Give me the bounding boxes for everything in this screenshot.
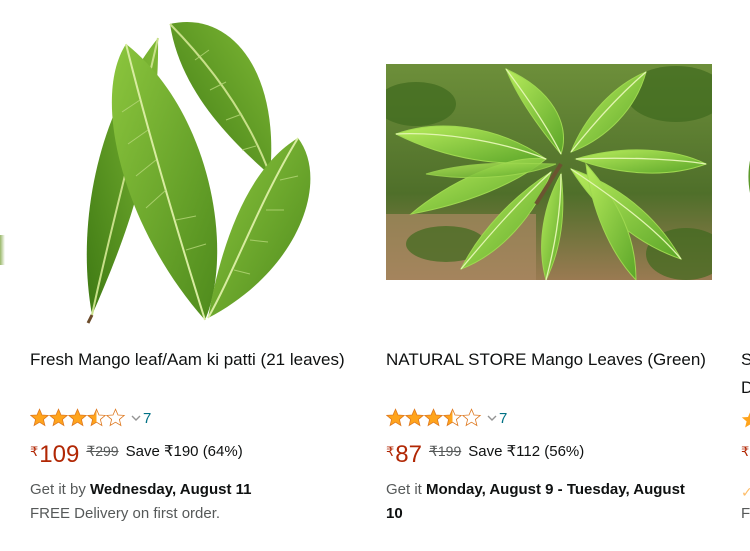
prime-check-icon: ✓ <box>741 484 750 500</box>
product-title[interactable]: S D <box>741 346 750 402</box>
product-card[interactable]: Fresh Mango leaf/Aam ki patti (21 leaves… <box>30 0 360 551</box>
list-price: ₹299 <box>86 443 119 459</box>
stars-icon <box>30 408 125 426</box>
star-rating[interactable] <box>30 408 128 428</box>
rating-count-link[interactable]: 7 <box>143 410 151 427</box>
product-image[interactable] <box>30 0 360 330</box>
star-rating[interactable] <box>386 408 484 428</box>
stars-icon <box>386 408 481 426</box>
price-row: ₹ 87 ₹199 Save ₹112 (56%) <box>386 440 584 472</box>
product-title[interactable]: Fresh Mango leaf/Aam ki patti (21 leaves… <box>30 346 350 374</box>
product-image-fragment <box>748 160 750 193</box>
rating-row: 7 <box>386 407 507 429</box>
delivery-info: Get it Monday, August 9 - Tuesday, Augus… <box>386 478 686 526</box>
currency-symbol: ₹ <box>30 444 39 459</box>
rating-row: 7 <box>30 407 151 429</box>
delivery-note: FREE Delivery on first order. <box>30 505 221 522</box>
delivery-fragment: F <box>741 505 750 522</box>
star-icon <box>741 412 750 428</box>
list-price: ₹199 <box>428 443 462 459</box>
mango-tree-photo <box>386 64 712 280</box>
price-value: 109 <box>39 441 80 468</box>
price[interactable]: ₹ 87 <box>386 440 422 470</box>
title-fragment: S <box>741 350 750 369</box>
savings-text: Save ₹112 (56%) <box>468 443 585 460</box>
product-title[interactable]: NATURAL STORE Mango Leaves (Green) <box>386 346 706 374</box>
product-card-partial[interactable]: S D ₹ ✓ F <box>741 0 750 551</box>
chevron-down-icon[interactable] <box>487 409 497 427</box>
delivery-date: Wednesday, August 11 <box>90 481 252 498</box>
delivery-info: Get it by Wednesday, August 11 FREE Deli… <box>30 478 330 526</box>
currency-symbol: ₹ <box>741 444 750 459</box>
price[interactable]: ₹ 109 <box>30 440 79 470</box>
delivery-date: Monday, August 9 - Tuesday, August 10 <box>386 481 685 522</box>
delivery-prefix: Get it <box>386 481 427 498</box>
product-card[interactable]: NATURAL STORE Mango Leaves (Green) 7 ₹ 8… <box>386 0 716 551</box>
title-fragment: D <box>741 378 750 397</box>
chevron-down-icon[interactable] <box>131 409 141 427</box>
delivery-prefix: Get it by <box>30 481 91 498</box>
mango-leaves-icon <box>86 21 311 324</box>
savings-text: Save ₹190 (64%) <box>125 443 243 460</box>
currency-symbol: ₹ <box>386 444 395 459</box>
price-row: ₹ 109 ₹299 Save ₹190 (64%) <box>30 440 243 472</box>
price-value: 87 <box>395 441 422 468</box>
product-image[interactable] <box>386 0 716 330</box>
rating-count-link[interactable]: 7 <box>499 410 507 427</box>
previous-card-edge <box>0 235 5 265</box>
